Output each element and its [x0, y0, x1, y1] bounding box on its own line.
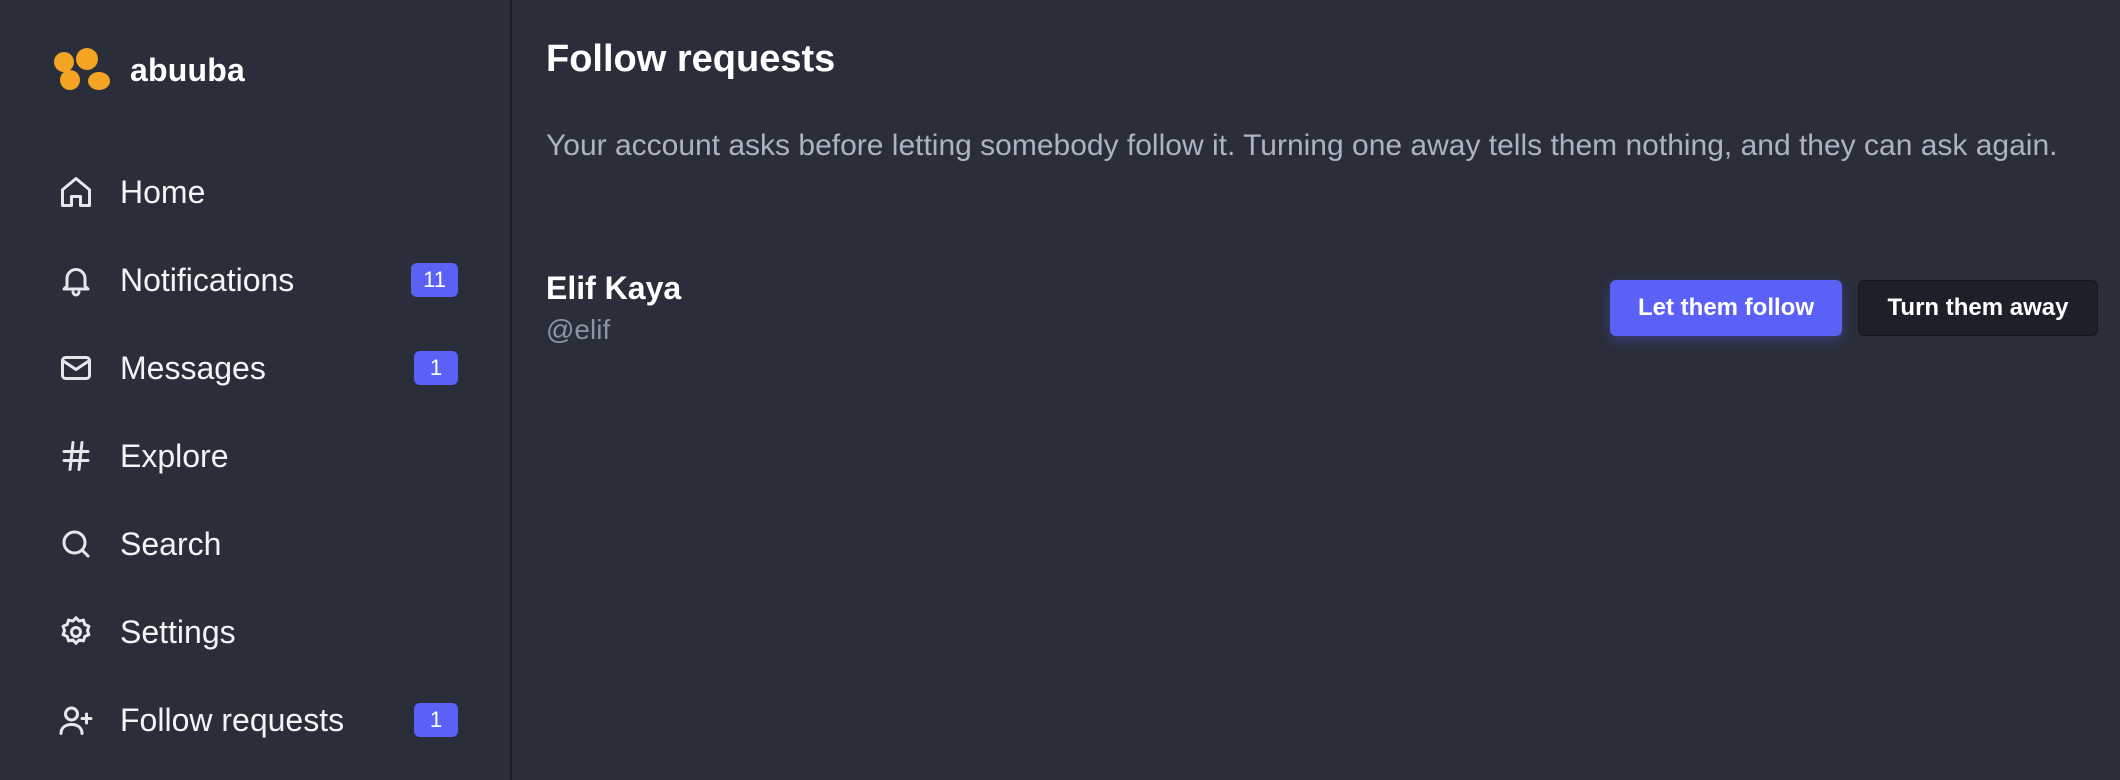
sidebar-item-home[interactable]: Home: [54, 148, 458, 236]
bell-icon: [54, 258, 98, 302]
reject-follow-button[interactable]: Turn them away: [1858, 280, 2098, 336]
requester-handle[interactable]: @elif: [546, 314, 610, 346]
sidebar-item-notifications[interactable]: Notifications 11: [54, 236, 458, 324]
app-shell: abuuba Home Notifications 11 Messages 1 …: [0, 0, 2120, 780]
messages-badge: 1: [414, 351, 458, 385]
sidebar-item-explore[interactable]: Explore: [54, 412, 458, 500]
sidebar-item-settings[interactable]: Settings: [54, 588, 458, 676]
follow-request-row: Elif Kaya @elif Let them follow Turn the…: [546, 264, 2116, 354]
search-icon: [54, 522, 98, 566]
sidebar-item-label: Settings: [120, 613, 236, 650]
notifications-badge: 11: [411, 263, 458, 297]
hash-icon: [54, 434, 98, 478]
sidebar-item-label: Notifications: [120, 261, 295, 298]
sidebar-item-label: Messages: [120, 349, 266, 386]
sidebar-item-label: Explore: [120, 437, 229, 474]
sidebar-nav: Home Notifications 11 Messages 1 Explore…: [54, 148, 458, 764]
requester-name[interactable]: Elif Kaya: [546, 270, 681, 307]
brand[interactable]: abuuba: [54, 48, 245, 92]
sidebar-item-label: Follow requests: [120, 701, 345, 738]
sidebar-item-messages[interactable]: Messages 1: [54, 324, 458, 412]
page-description: Your account asks before letting somebod…: [546, 129, 2058, 162]
page-title: Follow requests: [546, 38, 836, 80]
sidebar-item-follow-requests[interactable]: Follow requests 1: [54, 676, 458, 764]
brand-name: abuuba: [130, 51, 245, 88]
follow-requests-badge: 1: [414, 703, 458, 737]
sidebar-item-search[interactable]: Search: [54, 500, 458, 588]
home-icon: [54, 170, 98, 214]
sidebar: abuuba Home Notifications 11 Messages 1 …: [0, 0, 512, 780]
sidebar-item-label: Home: [120, 173, 206, 210]
main-content: Follow requests Your account asks before…: [512, 0, 2120, 780]
brand-logo-icon: [54, 48, 112, 92]
user-plus-icon: [54, 698, 98, 742]
gear-icon: [54, 610, 98, 654]
accept-follow-button[interactable]: Let them follow: [1610, 280, 1842, 336]
mail-icon: [54, 346, 98, 390]
sidebar-item-label: Search: [120, 525, 222, 562]
